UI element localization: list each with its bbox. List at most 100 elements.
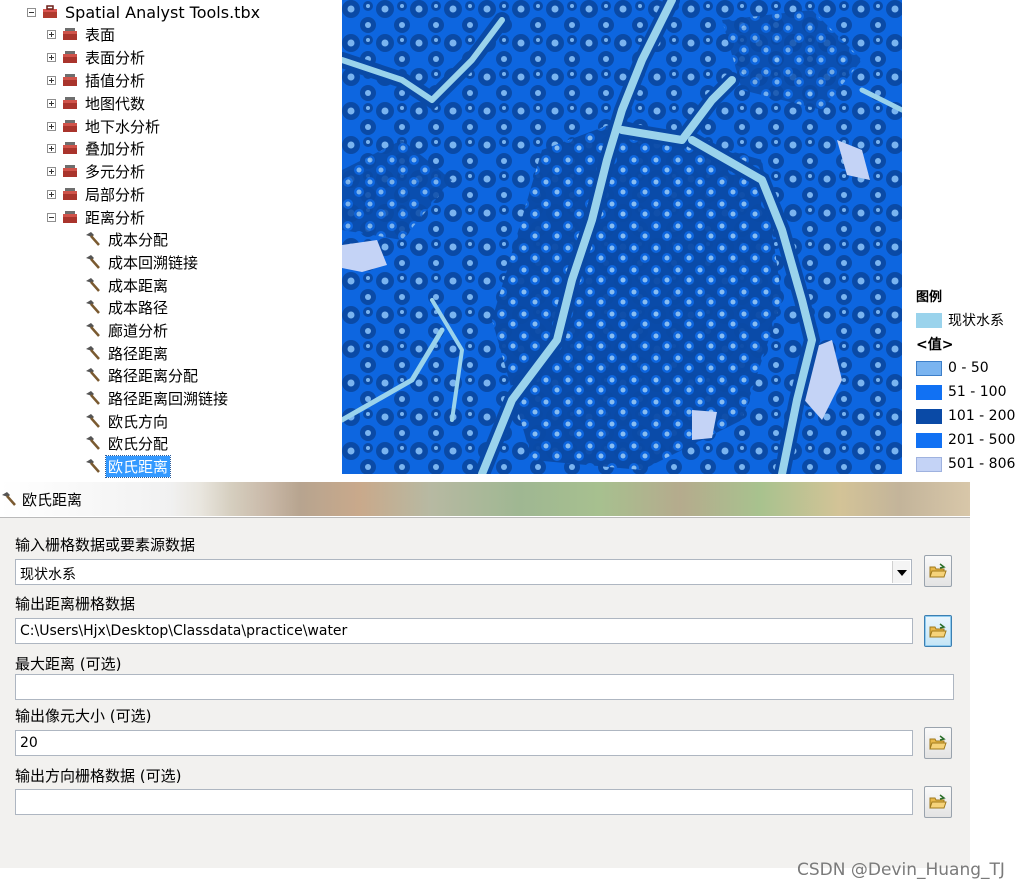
tool-dialog: 输入栅格数据或要素源数据 现状水系 输出距离栅格数据 C:\Users\Hjx\… <box>0 517 970 868</box>
tree-tool[interactable]: 路径距离回溯链接 <box>84 387 230 409</box>
tree-tool[interactable]: 成本路径 <box>84 296 170 318</box>
legend-swatch <box>916 408 942 424</box>
expand-icon[interactable] <box>47 52 56 62</box>
tree-node-toolset[interactable]: 叠加分析 <box>47 137 147 159</box>
open-folder-icon <box>929 794 947 809</box>
legend-swatch <box>916 312 942 328</box>
legend-title: 图例 <box>916 289 943 305</box>
hammer-icon <box>86 231 100 246</box>
open-folder-icon <box>929 623 947 638</box>
hammer-icon <box>86 458 100 473</box>
legend-value-header: <值> <box>916 337 954 353</box>
legend-class-label: 101 - 200 <box>948 408 1016 424</box>
open-folder-icon <box>929 735 947 750</box>
max-distance-field[interactable] <box>15 674 954 700</box>
toolset-icon <box>63 51 77 63</box>
tree-tool[interactable]: 廊道分析 <box>84 319 170 341</box>
output-direction-label: 输出方向栅格数据 (可选) <box>15 767 182 785</box>
output-distance-label: 输出距离栅格数据 <box>15 595 136 613</box>
tree-tool[interactable]: 欧氏分配 <box>84 432 170 454</box>
cell-size-label: 输出像元大小 (可选) <box>15 707 152 725</box>
legend-swatch <box>916 432 942 448</box>
legend-swatch <box>916 384 942 400</box>
toolset-icon <box>63 120 77 132</box>
dropdown-arrow-icon[interactable] <box>892 561 910 583</box>
tree-label: 路径距离回溯链接 <box>108 389 229 408</box>
legend-class-label: 201 - 500 <box>948 432 1016 448</box>
tree-tool[interactable]: 欧氏方向 <box>84 410 170 432</box>
hammer-icon <box>86 413 100 428</box>
dialog-title: 欧氏距离 <box>22 490 83 509</box>
tree-label: 欧氏分配 <box>108 434 169 453</box>
hammer-icon <box>86 254 100 269</box>
tree-label: 廊道分析 <box>108 321 169 340</box>
tree-label: 成本回溯链接 <box>108 253 199 272</box>
output-distance-field[interactable]: C:\Users\Hjx\Desktop\Classdata\practice\… <box>15 618 913 644</box>
output-direction-field[interactable] <box>15 789 913 815</box>
tree-label: 路径距离 <box>108 344 169 363</box>
tree-label: 表面分析 <box>85 48 146 67</box>
expand-icon[interactable] <box>47 98 56 108</box>
tree-node-toolset[interactable]: 表面 <box>47 23 117 45</box>
tree-label: 插值分析 <box>85 71 146 90</box>
legend-class-row: 101 - 200 <box>916 407 1015 425</box>
expand-icon[interactable] <box>47 143 56 153</box>
expand-icon[interactable] <box>47 166 56 176</box>
legend-class-row: 51 - 100 <box>916 383 1007 401</box>
expand-icon[interactable] <box>47 189 56 199</box>
tree-tool[interactable]: 成本距离 <box>84 274 170 296</box>
hammer-icon <box>2 491 16 506</box>
hammer-icon <box>86 345 100 360</box>
catalog-tree: Spatial Analyst Tools.tbx 表面 表面分析 插值分析 地… <box>0 0 322 478</box>
hammer-icon <box>86 277 100 292</box>
browse-output-button[interactable] <box>924 615 952 647</box>
tree-label: 成本分配 <box>108 230 169 249</box>
input-raster-label: 输入栅格数据或要素源数据 <box>15 536 196 554</box>
tree-tool[interactable]: 成本分配 <box>84 228 170 250</box>
toolset-icon <box>63 97 77 109</box>
tree-label: 地下水分析 <box>85 117 161 136</box>
tree-tool[interactable]: 成本回溯链接 <box>84 251 200 273</box>
dialog-title-bar[interactable]: 欧氏距离 <box>0 482 970 516</box>
toolset-icon <box>63 28 77 40</box>
hammer-icon <box>86 390 100 405</box>
browse-cell-size-button[interactable] <box>924 727 952 759</box>
collapse-icon[interactable] <box>47 212 56 222</box>
tree-node-toolset[interactable]: 地下水分析 <box>47 115 162 137</box>
hammer-icon <box>86 299 100 314</box>
expand-icon[interactable] <box>47 121 56 131</box>
legend-swatch <box>916 456 942 472</box>
tree-label: 成本路径 <box>108 298 169 317</box>
tree-node-toolset[interactable]: 地图代数 <box>47 92 147 114</box>
hammer-icon <box>86 435 100 450</box>
tree-tool[interactable]: 路径距离分配 <box>84 364 200 386</box>
tree-node-toolset[interactable]: 插值分析 <box>47 69 147 91</box>
tree-node-toolset-expanded[interactable]: 距离分析 <box>47 206 147 228</box>
tree-label: 成本距离 <box>108 276 169 295</box>
browse-input-button[interactable] <box>924 555 952 587</box>
tree-node-toolset[interactable]: 表面分析 <box>47 46 147 68</box>
tree-label: 表面 <box>85 25 116 44</box>
tree-label-selected: 欧氏距离 <box>104 454 172 478</box>
distance-raster-map[interactable] <box>342 0 902 474</box>
cell-size-field[interactable]: 20 <box>15 730 913 756</box>
input-raster-combo[interactable]: 现状水系 <box>15 559 912 585</box>
expand-icon[interactable] <box>47 29 56 39</box>
map-canvas <box>342 0 902 474</box>
legend-class-label: 0 - 50 <box>948 360 989 376</box>
tree-tool[interactable]: 路径距离 <box>84 342 170 364</box>
tree-node-toolset[interactable]: 局部分析 <box>47 183 147 205</box>
toolset-icon <box>63 188 77 200</box>
tree-label: 叠加分析 <box>85 139 146 158</box>
toolset-icon <box>63 165 77 177</box>
tree-label: 地图代数 <box>85 94 146 113</box>
tree-tool-selected[interactable]: 欧氏距离 <box>84 454 172 478</box>
tree-node-toolset[interactable]: 多元分析 <box>47 160 147 182</box>
tree-node-root[interactable]: Spatial Analyst Tools.tbx <box>27 1 262 23</box>
tree-label: 局部分析 <box>85 185 146 204</box>
expand-icon[interactable] <box>47 75 56 85</box>
legend-swatch <box>916 360 942 376</box>
collapse-icon[interactable] <box>27 7 36 17</box>
tree-label: 距离分析 <box>85 208 146 227</box>
browse-direction-button[interactable] <box>924 786 952 818</box>
